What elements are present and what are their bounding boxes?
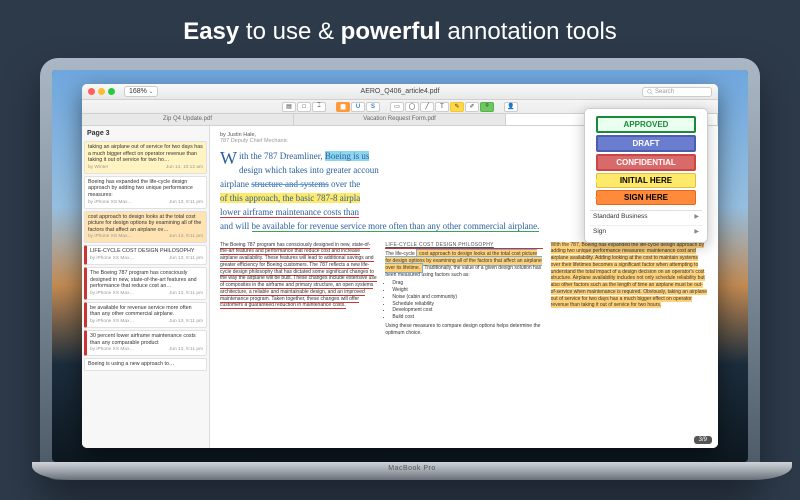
note-meta: by iPhone XS Max…Jun 13, 9:11 pm <box>90 291 203 297</box>
list-item: Weight <box>392 287 542 294</box>
note-meta: by iPhone XS Max…Jun 13, 9:11 pm <box>88 234 203 240</box>
list-item: Build cost <box>392 314 542 321</box>
underlined-text-red: lower airframe maintenance costs than <box>220 207 359 218</box>
stamp-option[interactable]: CONFIDENTIAL <box>596 154 697 171</box>
sidebar-toggle-button[interactable]: ▤ <box>282 102 296 112</box>
laptop-screen: 168% ⌄ AERO_Q406_article4.pdf Search ▤ □… <box>52 70 748 462</box>
note-meta: by iPhone XS Max…Jun 13, 9:11 pm <box>88 200 203 206</box>
document-title: AERO_Q406_article4.pdf <box>161 88 639 95</box>
maximize-icon[interactable] <box>108 88 115 95</box>
stamp-popover: APPROVED DRAFT CONFIDENTIAL INITIAL HERE SIG… <box>584 108 708 243</box>
view-mode-button[interactable]: □ <box>297 102 311 112</box>
note-text: taking an airplane out of service for tw… <box>88 144 203 164</box>
sidebar-note[interactable]: taking an airplane out of service for tw… <box>84 141 207 174</box>
list-item: Schedule reliability <box>392 301 542 308</box>
highlighted-text-yellow: of this approach, the basic 787-8 airpla <box>220 193 360 203</box>
sidebar-note[interactable]: Boeing is using a new approach to… <box>84 358 207 371</box>
stamp-category[interactable]: Sign ▶ <box>590 225 702 237</box>
shape-line-tool[interactable]: ╱ <box>420 102 434 112</box>
chevron-right-icon: ▶ <box>694 213 699 220</box>
zoom-dropdown[interactable]: 168% ⌄ <box>124 86 158 97</box>
close-icon[interactable] <box>88 88 95 95</box>
minimize-icon[interactable] <box>98 88 105 95</box>
laptop-model-label: MacBook Pro <box>388 465 436 472</box>
dropcap: W <box>220 150 239 166</box>
note-text: The Boeing 787 program has consciously d… <box>90 270 203 290</box>
note-tool[interactable]: ✎ <box>450 102 464 112</box>
tab-doc-2[interactable]: Vacation Request Form.pdf <box>294 114 506 125</box>
bullet-list: DragWeightNoise (cabin and community)Sch… <box>385 280 542 321</box>
highlight-tool[interactable]: ▆ <box>336 102 350 112</box>
search-input[interactable]: Search <box>642 87 712 97</box>
strikethrough-text: structure and systems <box>251 179 328 189</box>
sidebar-note[interactable]: cost approach to design looks at the tot… <box>84 211 207 244</box>
window-titlebar: 168% ⌄ AERO_Q406_article4.pdf Search <box>82 84 718 100</box>
note-text: Boeing has expanded the life-cycle desig… <box>88 179 203 199</box>
list-item: Development cost <box>392 307 542 314</box>
chevron-down-icon: ⌄ <box>149 89 153 95</box>
underline-tool[interactable]: U <box>351 102 365 112</box>
tab-doc-1[interactable]: Zip Q4 Update.pdf <box>82 114 294 125</box>
note-meta: by iPhone XS Max…Jun 13, 9:11 pm <box>90 347 203 353</box>
shape-rect-tool[interactable]: ▭ <box>390 102 404 112</box>
stamp-category[interactable]: Standard Business ▶ <box>590 210 702 222</box>
sidebar-note[interactable]: The Boeing 787 program has consciously d… <box>84 267 207 300</box>
sidebar-note[interactable]: be available for revenue service more of… <box>84 302 207 328</box>
draw-tool[interactable]: ✐ <box>465 102 479 112</box>
list-item: Noise (cabin and community) <box>392 294 542 301</box>
text-box-tool[interactable]: T <box>435 102 449 112</box>
sidebar-note[interactable]: 30 percent lower airframe maintenance co… <box>84 330 207 356</box>
sidebar-note[interactable]: LIFE-CYCLE COST DESIGN PHILOSOPHYby iPho… <box>84 245 207 265</box>
annotations-sidebar: Page 3 taking an airplane out of service… <box>82 126 210 448</box>
note-meta: by WinterJun 14, 10:12 am <box>88 165 203 171</box>
note-text: cost approach to design looks at the tot… <box>88 214 203 234</box>
chevron-right-icon: ▶ <box>694 228 699 235</box>
shape-oval-tool[interactable]: ◯ <box>405 102 419 112</box>
note-text: 30 percent lower airframe maintenance co… <box>90 333 203 346</box>
underlined-text-green: be available for revenue service more of… <box>252 221 540 232</box>
search-placeholder: Search <box>655 89 674 95</box>
profile-button[interactable]: 👤 <box>504 102 518 112</box>
note-text: Boeing is using a new approach to… <box>88 361 203 368</box>
window-controls <box>88 88 115 95</box>
column-3: With the 787, Boeing has expanded the li… <box>551 242 708 337</box>
note-meta: by iPhone XS Max…Jun 13, 9:11 pm <box>90 319 203 325</box>
hero-tagline: Easy to use & powerful annotation tools <box>183 0 617 58</box>
note-text: be available for revenue service more of… <box>90 305 203 318</box>
text-select-button[interactable]: ⌶ <box>312 102 326 112</box>
zoom-value: 168% <box>129 88 147 95</box>
highlighted-text: Boeing is us <box>325 151 370 161</box>
column-1: The Boeing 787 program has consciously d… <box>220 242 377 337</box>
body-columns: The Boeing 787 program has consciously d… <box>220 242 708 337</box>
col2-heading: LIFE-CYCLE COST DESIGN PHILOSOPHY <box>385 242 542 250</box>
stamp-option[interactable]: DRAFT <box>596 135 697 152</box>
note-meta: by iPhone XS Max…Jun 13, 9:11 pm <box>90 256 203 262</box>
sidebar-page-label: Page 3 <box>84 128 207 139</box>
note-text: LIFE-CYCLE COST DESIGN PHILOSOPHY <box>90 248 203 255</box>
stamp-option[interactable]: SIGN HERE <box>596 190 697 205</box>
stamp-category-label: Standard Business <box>593 213 648 220</box>
page-indicator: 3/9 <box>694 436 712 444</box>
laptop-frame: 168% ⌄ AERO_Q406_article4.pdf Search ▤ □… <box>40 58 760 480</box>
stamp-option[interactable]: INITIAL HERE <box>596 173 697 188</box>
stamp-tool[interactable]: ⍟ <box>480 102 494 112</box>
stamp-option[interactable]: APPROVED <box>596 116 697 133</box>
strikethrough-tool[interactable]: S <box>366 102 380 112</box>
sidebar-note[interactable]: Boeing has expanded the life-cycle desig… <box>84 176 207 209</box>
search-icon <box>647 89 653 95</box>
stamp-category-label: Sign <box>593 228 606 235</box>
laptop-base: MacBook Pro <box>32 462 792 480</box>
column-2: LIFE-CYCLE COST DESIGN PHILOSOPHY The li… <box>385 242 542 337</box>
list-item: Drag <box>392 280 542 287</box>
